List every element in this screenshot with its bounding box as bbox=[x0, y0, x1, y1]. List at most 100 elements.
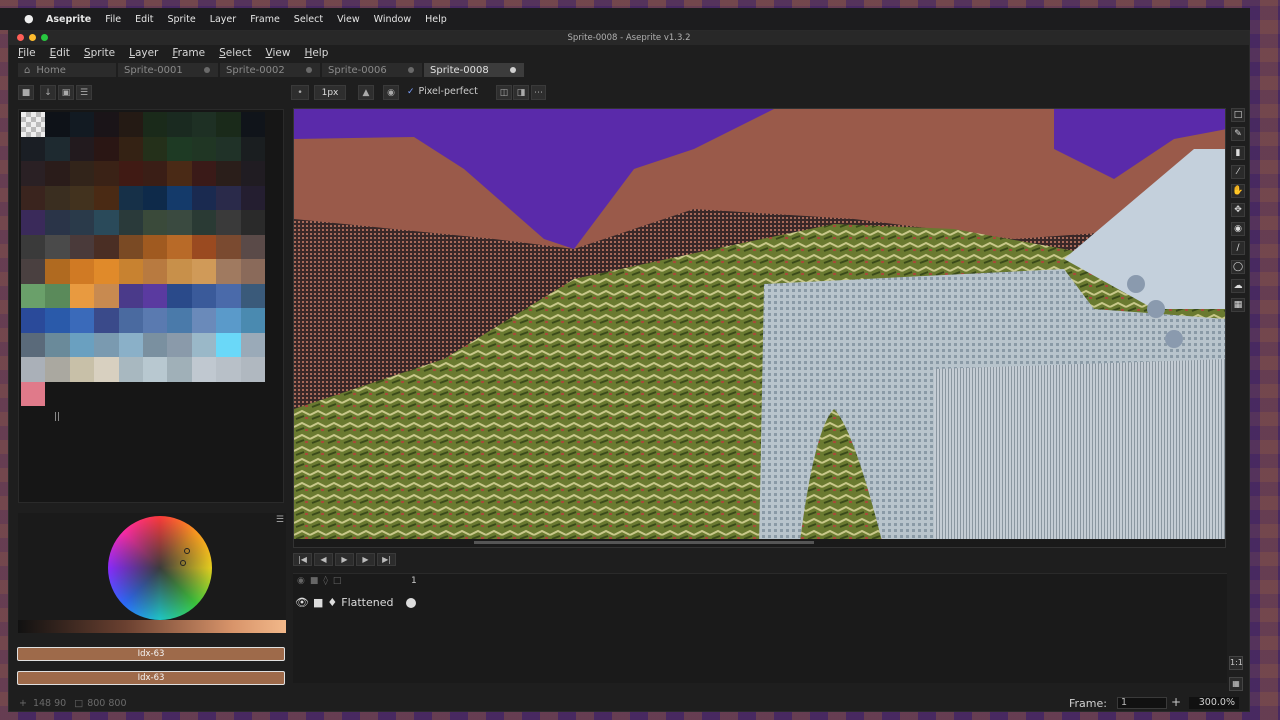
close-tab-icon[interactable] bbox=[204, 67, 210, 73]
palette-swatch[interactable] bbox=[69, 283, 95, 308]
frame-number-header[interactable]: 1 bbox=[411, 576, 417, 586]
palette-swatch[interactable] bbox=[118, 332, 143, 357]
ellipse-tool-icon[interactable]: ◯ bbox=[1231, 260, 1245, 274]
palette-swatch[interactable] bbox=[216, 210, 241, 235]
palette-swatch[interactable] bbox=[142, 308, 168, 333]
palette-swatch[interactable] bbox=[45, 283, 70, 308]
palette-swatch[interactable] bbox=[240, 308, 265, 333]
palette-swatch[interactable] bbox=[216, 161, 241, 186]
palette-swatch[interactable] bbox=[142, 332, 168, 357]
shade-gradient-bar[interactable] bbox=[18, 620, 286, 633]
palette-swatch[interactable] bbox=[69, 357, 95, 382]
mac-menu-file[interactable]: File bbox=[105, 14, 121, 25]
palette-swatch[interactable] bbox=[240, 259, 265, 284]
palette-swatch[interactable] bbox=[167, 161, 192, 186]
menu-icon[interactable]: ☰ bbox=[76, 85, 92, 100]
palette-swatch[interactable] bbox=[69, 112, 95, 137]
minimize-window-button[interactable] bbox=[29, 34, 36, 41]
palette-swatch[interactable] bbox=[21, 210, 46, 235]
palette-swatch[interactable] bbox=[45, 136, 70, 161]
color-options-icon[interactable]: ☰ bbox=[276, 515, 284, 525]
blur-tool-icon[interactable]: ☁ bbox=[1231, 279, 1245, 293]
palette-swatch[interactable] bbox=[240, 234, 265, 259]
palette-swatch[interactable] bbox=[216, 259, 241, 284]
pencil-tool-icon[interactable]: ✎ bbox=[1231, 127, 1245, 141]
palette-swatch[interactable] bbox=[118, 112, 143, 137]
mac-menu-window[interactable]: Window bbox=[374, 14, 411, 25]
color-wheel[interactable] bbox=[108, 516, 212, 620]
palette-swatch[interactable] bbox=[118, 259, 143, 284]
zoom-in-icon[interactable]: + bbox=[1171, 695, 1181, 709]
timeline-size-icon[interactable]: 1:1 bbox=[1229, 656, 1243, 670]
palette-swatch[interactable] bbox=[94, 161, 119, 186]
tab-sprite-0008[interactable]: Sprite-0008 bbox=[424, 63, 524, 77]
palette-swatch[interactable] bbox=[167, 357, 192, 382]
tab-sprite-0002[interactable]: Sprite-0002 bbox=[220, 63, 320, 77]
palette-swatch[interactable] bbox=[216, 112, 241, 137]
bucket-tool-icon[interactable]: ◉ bbox=[1231, 222, 1245, 236]
palette-swatch[interactable] bbox=[216, 308, 241, 333]
menu-select[interactable]: Select bbox=[219, 47, 251, 59]
symmetry-horizontal-icon[interactable]: ◨ bbox=[513, 85, 529, 100]
zoom-level[interactable]: 300.0% bbox=[1189, 697, 1239, 709]
palette-swatch[interactable] bbox=[69, 210, 95, 235]
save-icon[interactable]: ▣ bbox=[58, 85, 74, 100]
palette-swatch[interactable] bbox=[69, 136, 95, 161]
palette-swatch[interactable] bbox=[240, 332, 265, 357]
palette-swatch[interactable] bbox=[167, 112, 192, 137]
palette-swatch[interactable] bbox=[167, 332, 192, 357]
eyedropper-tool-icon[interactable]: ⁄ bbox=[1231, 165, 1245, 179]
palette-swatch[interactable] bbox=[94, 210, 119, 235]
menu-view[interactable]: View bbox=[266, 47, 291, 59]
palette-swatch[interactable] bbox=[167, 259, 192, 284]
palette-swatch[interactable] bbox=[45, 357, 70, 382]
layer-settings-icon[interactable]: □ bbox=[333, 576, 342, 586]
palette-swatch[interactable] bbox=[94, 332, 119, 357]
palette-swatch[interactable] bbox=[69, 332, 95, 357]
palette-swatch[interactable] bbox=[216, 136, 241, 161]
palette-swatch[interactable] bbox=[167, 210, 192, 235]
arrow-down-icon[interactable]: ↓ bbox=[40, 85, 56, 100]
palette-swatch[interactable] bbox=[118, 185, 143, 210]
palette-swatch[interactable] bbox=[191, 234, 217, 259]
next-frame-icon[interactable]: ▶ bbox=[356, 553, 375, 566]
palette-swatch[interactable] bbox=[118, 234, 143, 259]
palette-swatch[interactable] bbox=[45, 210, 70, 235]
palette-swatch[interactable] bbox=[191, 210, 217, 235]
palette-swatch[interactable] bbox=[21, 136, 46, 161]
palette-swatch[interactable] bbox=[142, 234, 168, 259]
apple-icon[interactable]: ● bbox=[24, 13, 34, 25]
palette-swatch[interactable] bbox=[45, 234, 70, 259]
palette-swatch[interactable] bbox=[21, 381, 46, 406]
palette-swatch[interactable] bbox=[118, 210, 143, 235]
pixel-perfect-toggle[interactable]: ✓ Pixel-perfect bbox=[407, 86, 478, 97]
visibility-header-icon[interactable]: ◉ bbox=[297, 576, 305, 586]
palette-swatch[interactable] bbox=[191, 185, 217, 210]
lock-icon[interactable]: ■ bbox=[18, 85, 34, 100]
ink-icon[interactable]: ▲ bbox=[358, 85, 374, 100]
lock-icon[interactable]: ■ bbox=[313, 596, 323, 609]
brush-size-field[interactable]: 1px bbox=[314, 85, 346, 100]
palette-swatch[interactable] bbox=[94, 283, 119, 308]
palette-swatch[interactable] bbox=[69, 161, 95, 186]
palette-swatch[interactable] bbox=[21, 185, 46, 210]
palette-swatch[interactable] bbox=[118, 308, 143, 333]
palette-swatch[interactable] bbox=[142, 357, 168, 382]
palette-swatch[interactable] bbox=[216, 283, 241, 308]
palette-swatch[interactable] bbox=[21, 259, 46, 284]
palette-swatch[interactable] bbox=[69, 185, 95, 210]
palette-swatch[interactable] bbox=[21, 234, 46, 259]
previous-frame-icon[interactable]: ◀ bbox=[314, 553, 333, 566]
tab-sprite-0001[interactable]: Sprite-0001 bbox=[118, 63, 218, 77]
palette-swatch[interactable] bbox=[94, 234, 119, 259]
palette-swatch[interactable] bbox=[216, 234, 241, 259]
palette-swatch[interactable] bbox=[191, 161, 217, 186]
close-window-button[interactable] bbox=[17, 34, 24, 41]
palette-swatch[interactable] bbox=[216, 185, 241, 210]
sprite-canvas[interactable] bbox=[293, 108, 1226, 548]
palette-swatch[interactable] bbox=[191, 357, 217, 382]
menu-edit[interactable]: Edit bbox=[50, 47, 70, 59]
background-color-button[interactable]: Idx-63 bbox=[17, 671, 285, 685]
close-tab-icon[interactable] bbox=[510, 67, 516, 73]
move-tool-icon[interactable]: ✥ bbox=[1231, 203, 1245, 217]
